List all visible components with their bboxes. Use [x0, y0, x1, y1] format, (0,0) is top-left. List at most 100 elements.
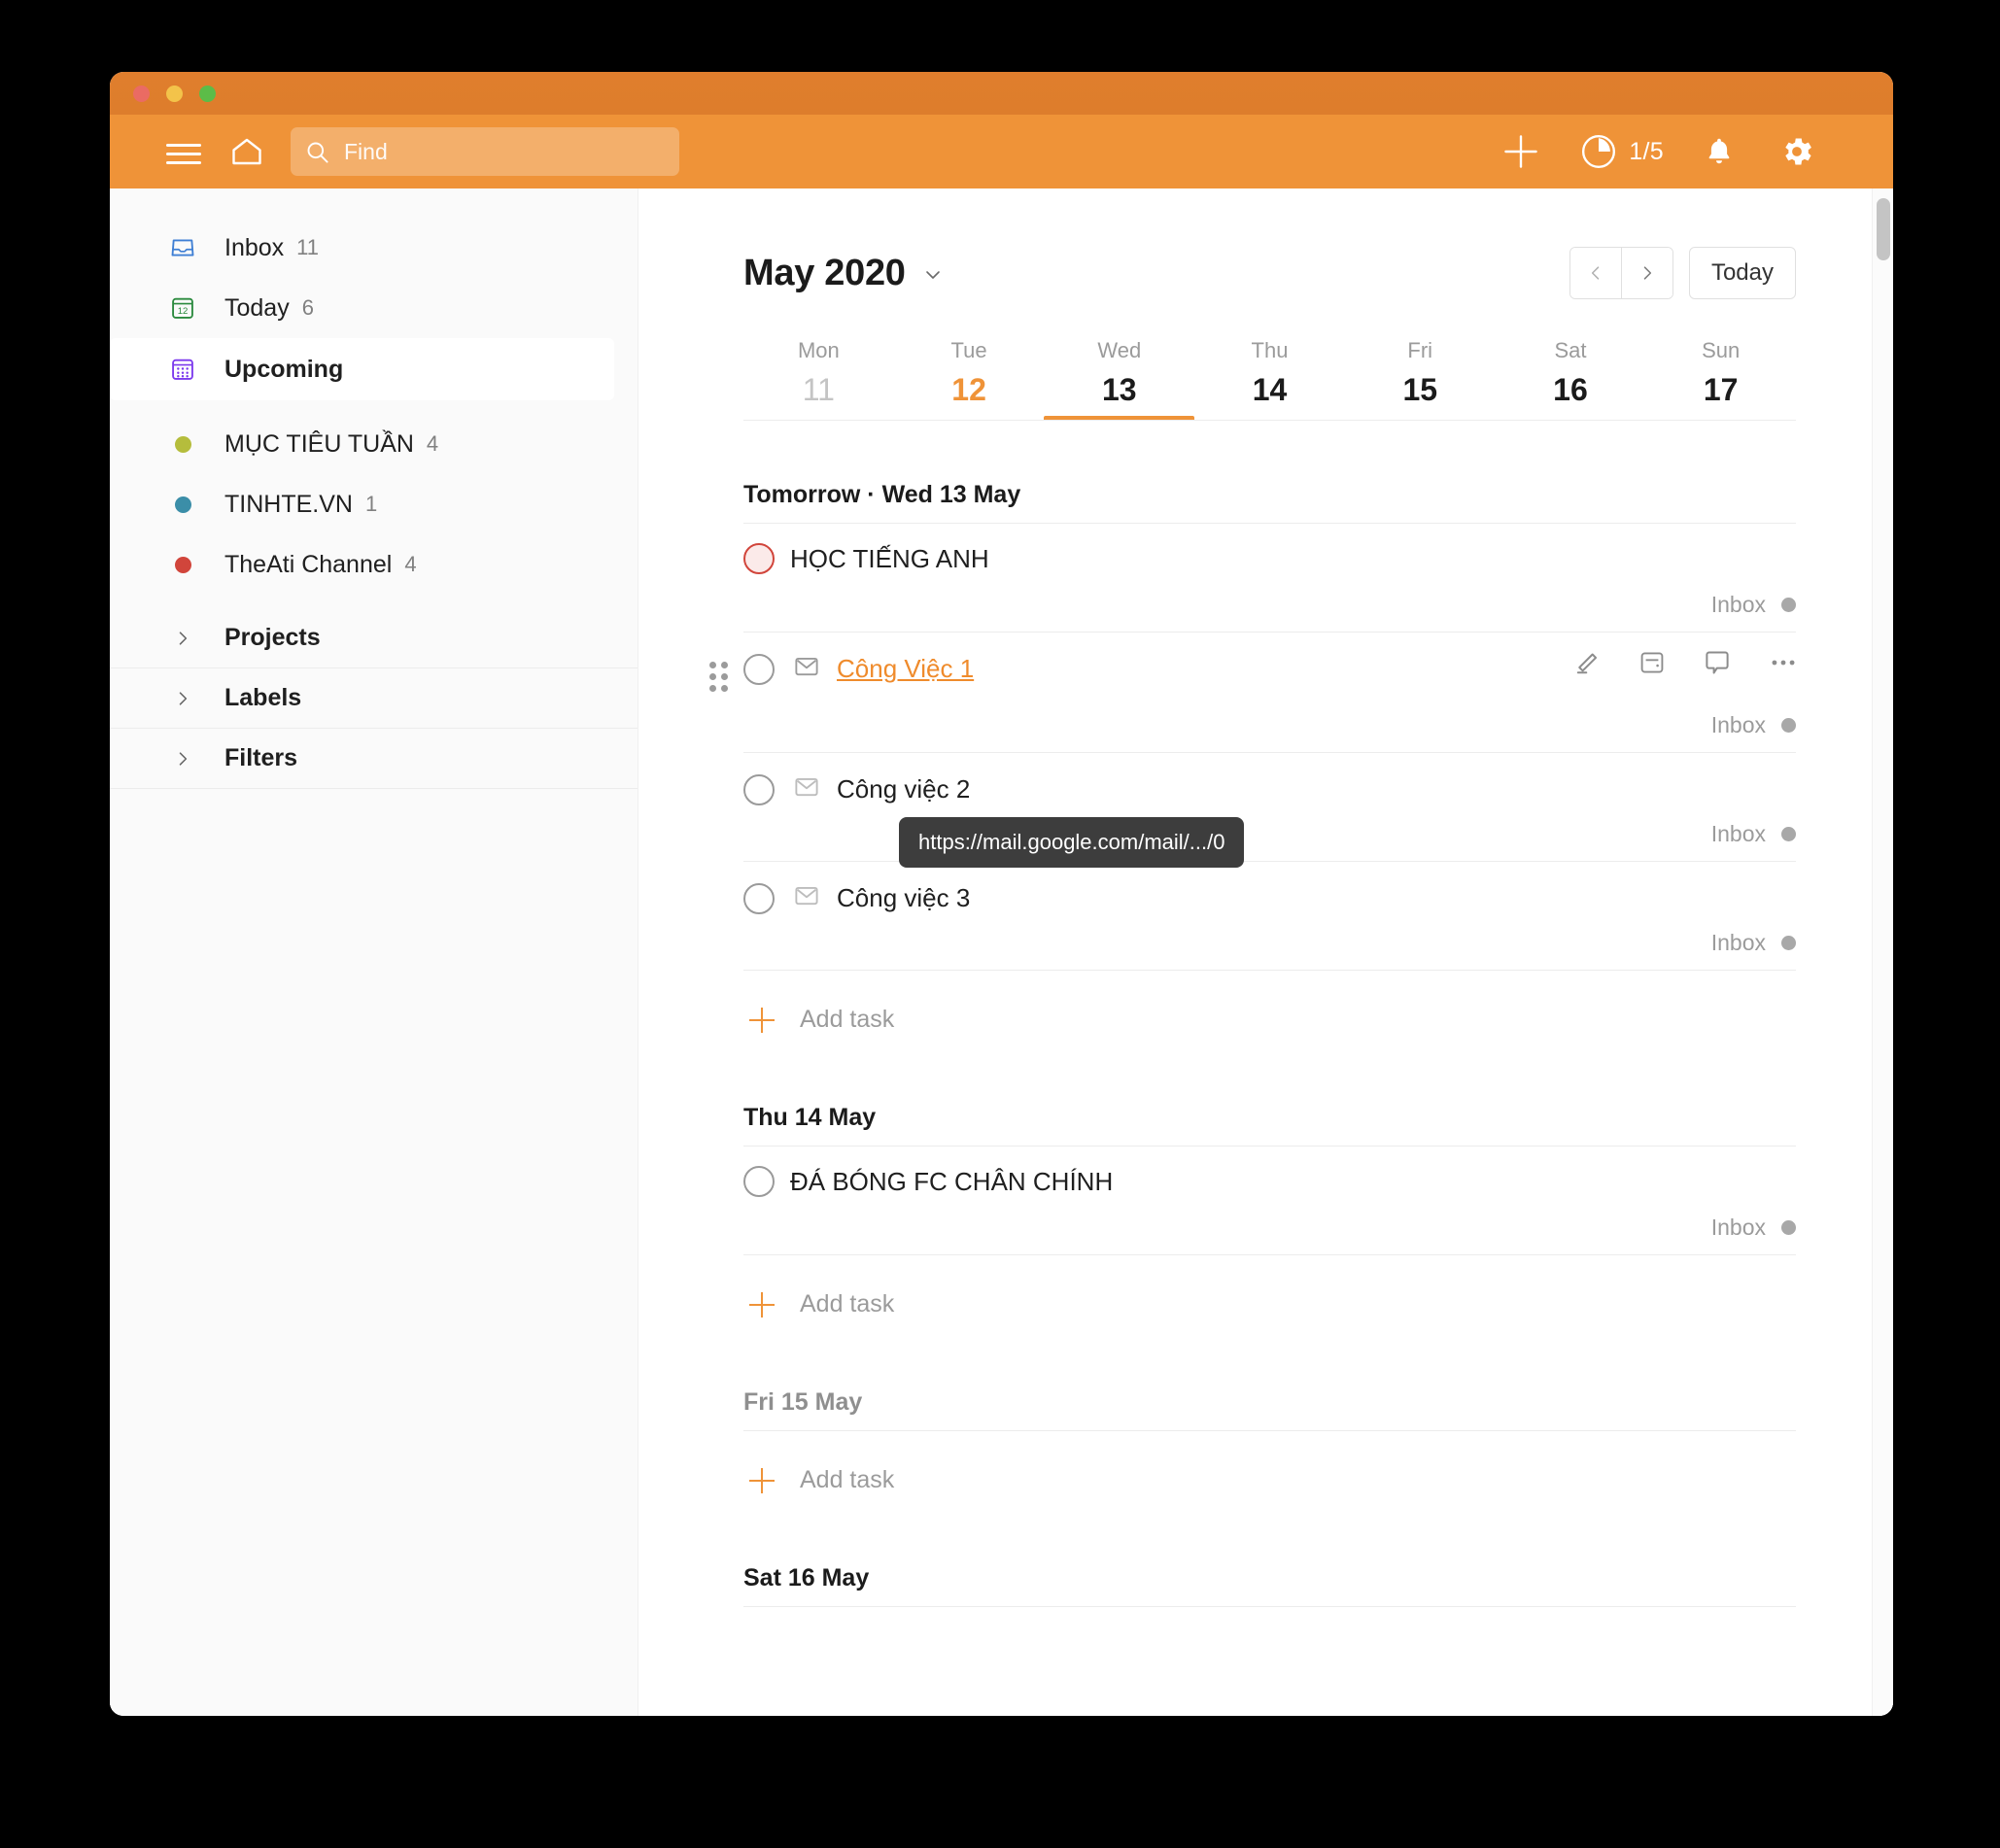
- today-button[interactable]: Today: [1688, 247, 1796, 299]
- productivity-progress[interactable]: 1/5: [1580, 133, 1664, 170]
- task-row[interactable]: ĐÁ BÓNG FC CHÂN CHÍNH Inbox: [743, 1146, 1796, 1254]
- day-number: 13: [1102, 372, 1137, 407]
- task-checkbox[interactable]: [743, 882, 775, 914]
- plus-icon: [749, 1291, 775, 1318]
- project-dot-icon: [168, 490, 197, 519]
- search-input[interactable]: Find: [291, 127, 679, 176]
- sidebar-group-filters[interactable]: Filters: [110, 729, 638, 789]
- page-title: May 2020: [743, 252, 906, 293]
- day-col-mon-11[interactable]: Mon 11: [743, 332, 894, 420]
- task-title-link[interactable]: Công Việc 1: [837, 654, 974, 684]
- project-dot-icon: [1781, 936, 1796, 950]
- toolbar-right-group: 1/5: [1495, 125, 1893, 178]
- schedule-calendar-icon[interactable]: [1637, 647, 1668, 678]
- add-task-button[interactable]: Add task: [743, 1430, 1796, 1504]
- day-number: 15: [1402, 372, 1438, 407]
- vertical-scrollbar[interactable]: [1872, 188, 1893, 1716]
- task-checkbox[interactable]: [743, 1166, 775, 1197]
- sidebar-item-label: Today: [224, 293, 290, 322]
- mail-icon[interactable]: [792, 772, 821, 806]
- search-icon: [304, 139, 330, 165]
- app-toolbar: Find 1/5: [110, 115, 1893, 188]
- task-row[interactable]: Công việc 3 Inbox: [743, 861, 1796, 970]
- sidebar-group-labels[interactable]: Labels: [110, 668, 638, 729]
- maximize-button[interactable]: [199, 86, 216, 102]
- close-button[interactable]: [133, 86, 150, 102]
- section-header: Fri 15 May: [743, 1388, 863, 1416]
- sidebar-item-inbox[interactable]: Inbox 11: [110, 218, 638, 278]
- task-row[interactable]: [743, 1606, 1796, 1645]
- sidebar-project-count: 4: [404, 552, 417, 576]
- mail-icon[interactable]: [792, 652, 821, 686]
- prev-week-button[interactable]: [1569, 248, 1621, 298]
- day-number: 11: [802, 372, 835, 407]
- sidebar-project-label: TheAti Channel: [224, 550, 393, 578]
- project-dot-icon: [1781, 827, 1796, 841]
- prev-next-group: [1569, 247, 1673, 299]
- main-content: May 2020 Today Mon 11 Tue 12 Wed 13 Thu …: [638, 188, 1893, 1716]
- sidebar-item-tinhte-vn[interactable]: TINHTE.VN 1: [110, 474, 638, 534]
- day-col-sun-17[interactable]: Sun 17: [1645, 332, 1796, 420]
- task-checkbox[interactable]: [743, 543, 775, 574]
- day-col-fri-15[interactable]: Fri 15: [1345, 332, 1496, 420]
- task-row[interactable]: HỌC TIẾNG ANH Inbox: [743, 523, 1796, 632]
- task-checkbox[interactable]: [743, 773, 775, 805]
- bell-icon[interactable]: [1697, 129, 1741, 174]
- sidebar-group-projects[interactable]: Projects: [110, 608, 638, 668]
- minimize-button[interactable]: [166, 86, 183, 102]
- plus-icon[interactable]: [1495, 125, 1547, 178]
- task-row[interactable]: Công Việc 1 Inbox: [709, 632, 1796, 752]
- sidebar-project-count: 1: [364, 492, 378, 516]
- edit-pencil-icon[interactable]: [1570, 646, 1603, 679]
- day-col-wed-13[interactable]: Wed 13: [1044, 332, 1195, 420]
- day-col-thu-14[interactable]: Thu 14: [1194, 332, 1345, 420]
- day-name: Wed: [1097, 338, 1142, 362]
- day-name: Sun: [1702, 338, 1741, 362]
- home-icon[interactable]: [224, 129, 269, 174]
- add-task-label: Add task: [800, 1290, 895, 1318]
- progress-circle-icon: [1580, 133, 1617, 170]
- hamburger-icon[interactable]: [162, 130, 205, 173]
- sidebar-item-today[interactable]: 12 Today 6: [110, 278, 638, 338]
- sidebar-item-label: Upcoming: [224, 355, 344, 383]
- calendar-header: May 2020 Today: [638, 188, 1893, 299]
- more-options-icon[interactable]: [1767, 646, 1800, 679]
- day-col-sat-16[interactable]: Sat 16: [1496, 332, 1646, 420]
- add-task-button[interactable]: Add task: [743, 1254, 1796, 1328]
- sidebar-item-muc-tieu-tuan[interactable]: MỤC TIÊU TUẦN 4: [110, 414, 638, 474]
- task-project-name: Inbox: [1710, 1215, 1766, 1240]
- sidebar-item-theati-channel[interactable]: TheAti Channel 4: [110, 534, 638, 595]
- project-dot-icon: [1781, 598, 1796, 612]
- chevron-right-icon: [168, 689, 197, 708]
- plus-icon: [749, 1467, 775, 1493]
- inbox-icon: [168, 233, 197, 262]
- comment-bubble-icon[interactable]: [1701, 646, 1734, 679]
- app-body: Inbox 11 12 Today 6 Upcoming MỤC TIÊU TU…: [110, 188, 1893, 1716]
- scrollbar-thumb[interactable]: [1877, 198, 1890, 260]
- chevron-down-icon[interactable]: [921, 262, 945, 291]
- sidebar-item-label: Inbox: [224, 233, 285, 261]
- task-project-name: Inbox: [1710, 592, 1766, 617]
- task-row-actions: [1570, 646, 1800, 679]
- drag-handle[interactable]: [709, 662, 728, 692]
- day-col-tue-12[interactable]: Tue 12: [894, 332, 1045, 420]
- app-window: Find 1/5 Inbox 11 12 Today 6 Upcoming MỤ…: [110, 72, 1893, 1716]
- task-sections: Tomorrow · Wed 13 May HỌC TIẾNG ANH Inbo…: [709, 481, 1796, 1645]
- chevron-right-icon: [168, 629, 197, 648]
- calendar-nav: Today: [1569, 247, 1796, 299]
- task-checkbox[interactable]: [743, 653, 775, 685]
- progress-label: 1/5: [1629, 137, 1664, 165]
- day-name: Fri: [1407, 338, 1433, 362]
- mail-icon[interactable]: [792, 881, 821, 915]
- day-number: 14: [1252, 372, 1288, 407]
- gear-icon[interactable]: [1775, 129, 1819, 174]
- today-button-label: Today: [1710, 259, 1774, 286]
- next-week-button[interactable]: [1620, 248, 1672, 298]
- sidebar-group-label: Projects: [224, 624, 321, 651]
- day-name: Thu: [1251, 338, 1289, 362]
- task-project-meta: Inbox: [1711, 821, 1796, 847]
- add-task-button[interactable]: Add task: [743, 970, 1796, 1044]
- sidebar-item-upcoming[interactable]: Upcoming: [110, 338, 614, 400]
- window-titlebar: [110, 72, 1893, 115]
